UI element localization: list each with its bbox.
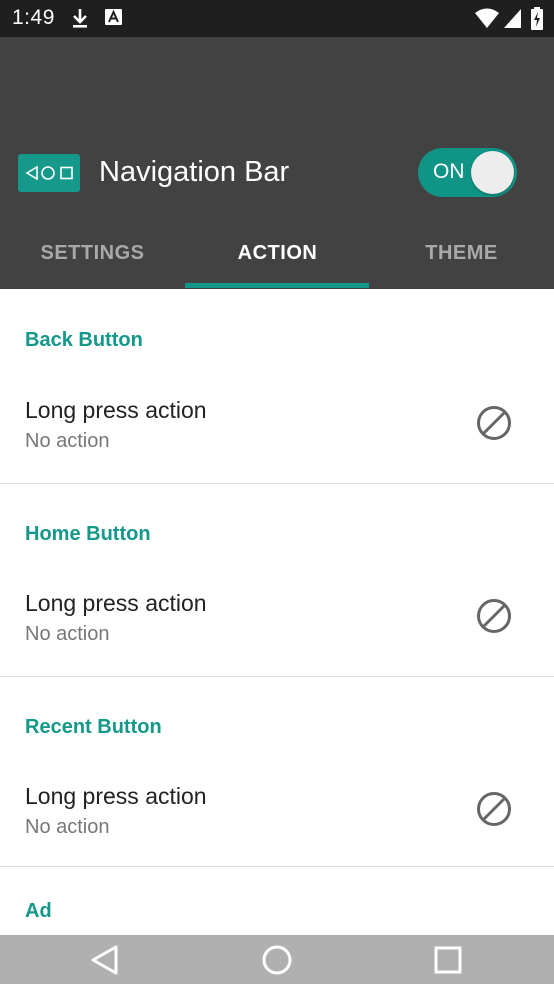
no-action-icon xyxy=(477,406,511,440)
tab-theme[interactable]: THEME xyxy=(369,215,554,289)
battery-icon xyxy=(531,7,543,30)
pref-title: Long press action xyxy=(25,397,207,423)
tab-indicator xyxy=(185,283,369,288)
divider xyxy=(0,866,554,867)
status-time: 1:49 xyxy=(12,6,55,29)
app-bar: Navigation Bar ON SETTINGS ACTION THEME xyxy=(0,37,554,289)
section-header-back-button: Back Button xyxy=(25,329,143,351)
signal-icon xyxy=(504,9,521,28)
section-header-recent-button: Recent Button xyxy=(25,716,162,738)
master-toggle[interactable]: ON xyxy=(418,148,517,197)
back-icon[interactable] xyxy=(88,943,122,977)
pref-title: Long press action xyxy=(25,590,207,616)
section-header-ad: Ad xyxy=(25,900,52,922)
pref-back-long-press[interactable]: Long press action No action xyxy=(0,373,554,483)
pref-summary: No action xyxy=(25,816,110,838)
wifi-icon xyxy=(475,8,499,28)
tab-settings[interactable]: SETTINGS xyxy=(0,215,185,289)
divider xyxy=(0,676,554,677)
tab-action[interactable]: ACTION xyxy=(185,215,370,289)
toggle-knob xyxy=(471,151,514,194)
pref-summary: No action xyxy=(25,623,110,645)
settings-list[interactable]: Back Button Long press action No action … xyxy=(0,289,554,935)
recents-icon[interactable] xyxy=(431,943,465,977)
app-title: Navigation Bar xyxy=(99,156,290,188)
no-action-icon xyxy=(477,599,511,633)
section-header-home-button: Home Button xyxy=(25,523,151,545)
pref-home-long-press[interactable]: Long press action No action xyxy=(0,566,554,676)
pref-recent-long-press[interactable]: Long press action No action xyxy=(0,759,554,869)
a-icon xyxy=(105,9,122,25)
nav-buttons-icon xyxy=(18,154,80,192)
no-action-icon xyxy=(477,792,511,826)
home-icon[interactable] xyxy=(260,943,294,977)
toggle-label: ON xyxy=(433,160,465,183)
tab-bar: SETTINGS ACTION THEME xyxy=(0,215,554,289)
system-nav-bar xyxy=(0,935,554,984)
pref-summary: No action xyxy=(25,430,110,452)
pref-title: Long press action xyxy=(25,783,207,809)
status-bar: 1:49 xyxy=(0,0,554,37)
download-icon xyxy=(73,9,87,28)
divider xyxy=(0,483,554,484)
